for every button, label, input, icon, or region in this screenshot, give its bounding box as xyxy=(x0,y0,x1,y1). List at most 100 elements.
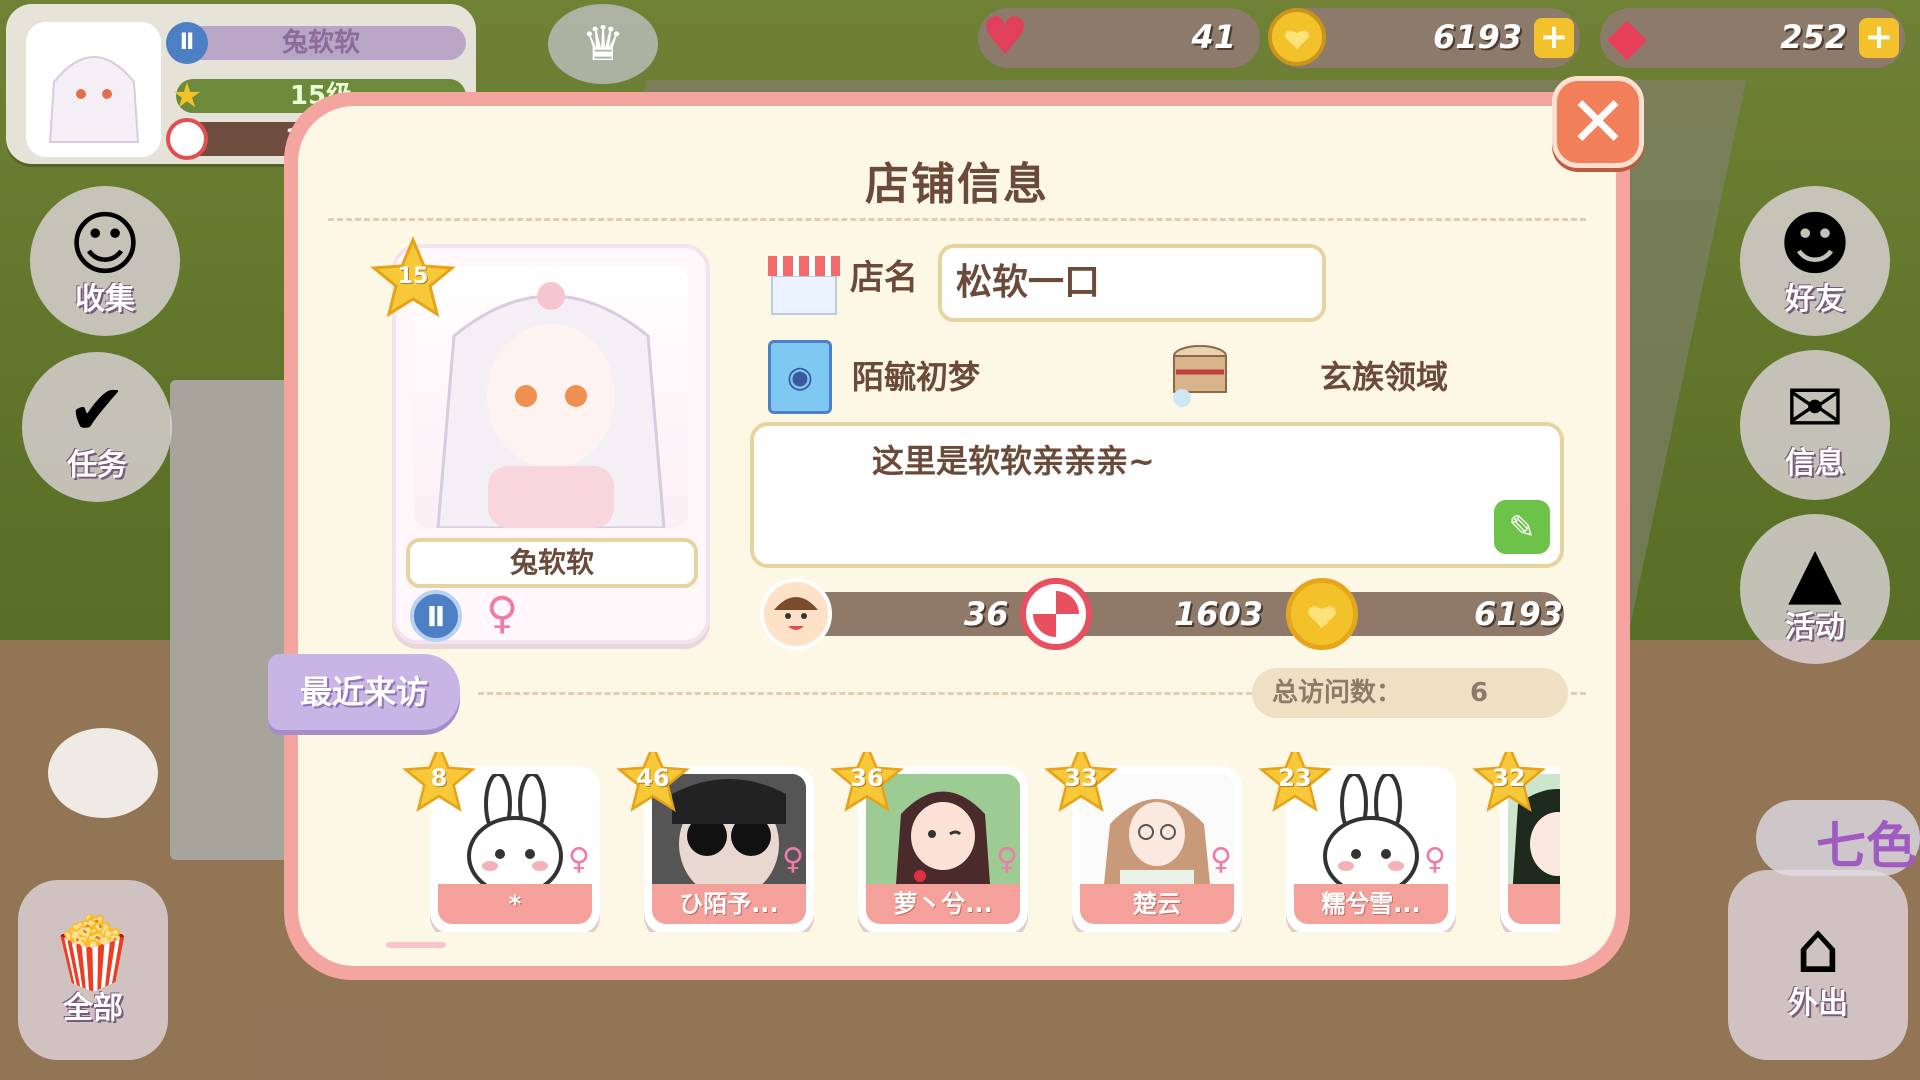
seven-colors-button[interactable]: 七色 xyxy=(1756,800,1920,876)
add-coins-button[interactable]: + xyxy=(1534,18,1574,58)
candy-icon xyxy=(1020,578,1092,650)
visitor-level-star: 36 xyxy=(830,752,904,816)
visitor-card[interactable]: ♀ ひ陌予... 46 xyxy=(616,752,814,932)
friends-button[interactable]: ☻ 好友 xyxy=(1740,186,1890,336)
friends-label: 好友 xyxy=(1785,282,1845,317)
party-hat-icon: ▲ xyxy=(1788,531,1842,613)
tasks-label: 任务 xyxy=(67,448,127,483)
gems-counter: ◆ 252 + xyxy=(1600,7,1905,68)
total-visits-label: 总访问数： xyxy=(1272,678,1403,708)
owner-level-star: 15 xyxy=(370,236,456,322)
owner-rank-text: Ⅱ xyxy=(426,599,446,633)
popcorn-icon: 🍿 xyxy=(49,912,137,994)
stat-visitors-value: 36 xyxy=(964,595,1009,633)
all-button[interactable]: 🍿 全部 xyxy=(18,880,168,1060)
visitor-name: 雪 xyxy=(1508,884,1560,924)
owner-name: 兔软软 xyxy=(406,538,698,588)
add-gems-button[interactable]: + xyxy=(1859,18,1899,58)
store-stats-bar: 36 1603 6193 xyxy=(760,578,1564,650)
seven-colors-label: 七色 xyxy=(1816,817,1916,875)
visitor-name: 糯兮雪... xyxy=(1294,884,1448,924)
visitor-card[interactable]: ♀ 萝丶兮... 36 xyxy=(830,752,1028,932)
stat-coins-value: 6193 xyxy=(1474,595,1564,633)
player-name-text: 兔软软 xyxy=(281,28,360,58)
close-icon: ✕ xyxy=(1568,81,1628,163)
coin-icon xyxy=(1264,4,1330,70)
female-gender-icon: ♀ xyxy=(568,842,590,877)
visitor-level-text: 32 xyxy=(1492,764,1526,792)
female-gender-icon: ♀ xyxy=(996,842,1018,877)
visitor-level-text: 8 xyxy=(430,764,448,792)
visitor-card[interactable]: ♀ 糯兮雪... 23 xyxy=(1258,752,1456,932)
collect-label: 收集 xyxy=(75,282,135,317)
visitor-level-text: 23 xyxy=(1278,764,1312,792)
collect-button[interactable]: ☺ 收集 xyxy=(30,186,180,336)
checklist-icon: ✔ xyxy=(67,369,127,451)
candy-icon xyxy=(166,118,208,160)
messages-button[interactable]: ✉ 信息 xyxy=(1740,350,1890,500)
edit-message-button[interactable]: ✎ xyxy=(1494,500,1550,554)
events-button[interactable]: ▲ 活动 xyxy=(1740,514,1890,664)
rank-badge-icon: Ⅱ xyxy=(166,22,208,64)
store-message-box[interactable]: 这里是软软亲亲亲~ ✎ xyxy=(750,422,1564,568)
crown-icon[interactable]: ♛ xyxy=(548,4,658,84)
visitor-level-star: 8 xyxy=(402,752,476,816)
events-label: 活动 xyxy=(1785,610,1845,645)
gems-value: 252 xyxy=(1780,18,1847,56)
store-awning-icon xyxy=(764,252,844,316)
recent-visitors-tab: 最近来访 xyxy=(268,654,460,730)
guild-name: 陌毓初梦 xyxy=(852,358,981,396)
outing-button[interactable]: ⌂ 外出 xyxy=(1728,870,1908,1060)
player-name: Ⅱ 兔软软 xyxy=(166,22,466,64)
visitor-level-star: 23 xyxy=(1258,752,1332,816)
visitor-name: 萝丶兮... xyxy=(866,884,1020,924)
visitor-card[interactable]: 雪 32 xyxy=(1472,752,1560,932)
gem-icon: ◆ xyxy=(1607,7,1647,67)
chef-icon: ☺ xyxy=(68,203,142,285)
hearts-counter: ♥ 41 xyxy=(978,7,1260,68)
total-visits: 总访问数： 6 xyxy=(1252,668,1568,718)
domain-drum-icon xyxy=(1168,342,1232,410)
friends-icon: ☻ xyxy=(1778,203,1852,285)
visitor-level-text: 46 xyxy=(636,764,670,792)
visitor-level-star: 46 xyxy=(616,752,690,816)
face-icon xyxy=(760,578,832,650)
total-visits-value: 6 xyxy=(1470,678,1489,708)
owner-level-text: 15 xyxy=(397,264,429,289)
robot-flag-icon: ◉ xyxy=(768,340,832,414)
store-message-text: 这里是软软亲亲亲~ xyxy=(872,442,1155,480)
visitor-level-text: 36 xyxy=(850,764,884,792)
visitor-level-text: 33 xyxy=(1064,764,1098,792)
house-icon: ⌂ xyxy=(1795,907,1841,989)
store-name-field[interactable]: 松软一口 xyxy=(938,244,1326,322)
store-name-label: 店名 xyxy=(850,258,918,298)
store-info-dialog: 店铺信息 兔软软 Ⅱ ♀ 15 店名 松软一口 ◉ 陌毓初梦 玄族领域 这里是软… xyxy=(268,92,1630,980)
player-avatar[interactable] xyxy=(26,22,161,157)
visitor-name: ひ陌予... xyxy=(652,884,806,924)
all-label: 全部 xyxy=(63,991,123,1026)
visitor-level-star: 32 xyxy=(1472,752,1546,816)
female-gender-icon: ♀ xyxy=(1210,842,1232,877)
store-info-panel: 店铺信息 兔软软 Ⅱ ♀ 15 店名 松软一口 ◉ 陌毓初梦 玄族领域 这里是软… xyxy=(268,106,1616,966)
chat-bubble-icon[interactable] xyxy=(48,728,158,818)
tasks-button[interactable]: ✔ 任务 xyxy=(22,352,172,502)
heart-icon: ♥ xyxy=(981,7,1029,67)
domain-name: 玄族领域 xyxy=(1320,358,1449,396)
title-divider xyxy=(328,218,1586,221)
visitor-card[interactable]: ♀ 楚云 33 xyxy=(1044,752,1242,932)
owner-rank-badge: Ⅱ xyxy=(410,590,462,642)
visitor-level-star: 33 xyxy=(1044,752,1118,816)
owner-card[interactable]: 兔软软 Ⅱ ♀ 15 xyxy=(370,236,710,644)
visitor-name: * xyxy=(438,884,592,924)
visitor-name: 楚云 xyxy=(1080,884,1234,924)
close-button[interactable]: ✕ xyxy=(1552,76,1644,168)
recent-visitors-list[interactable]: ♀ * 8 ♀ ひ陌予... 46 ♀ 萝丶兮... 36 ♀ 楚云 33 ♀ … xyxy=(394,752,1560,932)
dialog-title: 店铺信息 xyxy=(865,159,1049,210)
pencil-icon: ✎ xyxy=(1508,508,1536,546)
visitor-card[interactable]: ♀ * 8 xyxy=(402,752,600,932)
star-icon: ★ xyxy=(171,76,203,116)
female-gender-icon: ♀ xyxy=(782,842,804,877)
messages-label: 信息 xyxy=(1785,446,1845,481)
outing-label: 外出 xyxy=(1788,986,1848,1021)
visitors-scrollbar[interactable] xyxy=(386,942,446,948)
